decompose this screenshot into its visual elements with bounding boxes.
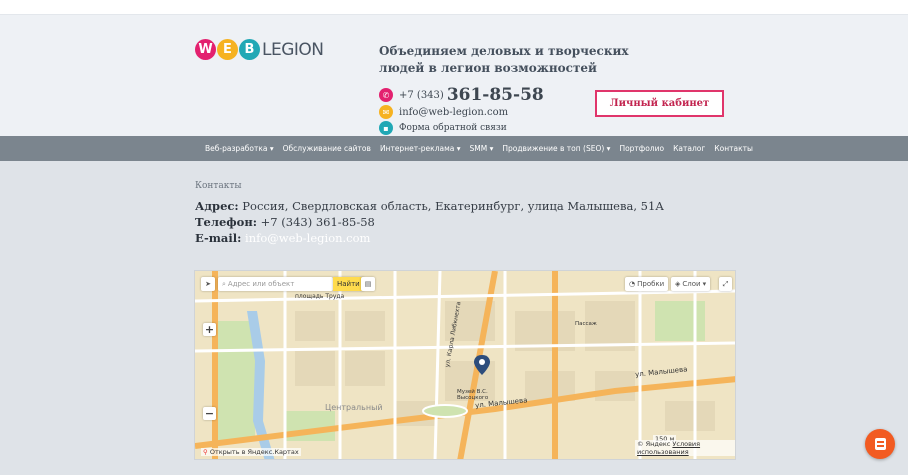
phone-icon: ✆	[379, 88, 393, 102]
nav-item-ads[interactable]: Интернет-реклама ▾	[380, 144, 461, 153]
top-strip	[0, 0, 908, 14]
map-copyright: © Яндекс Условия использования	[635, 440, 735, 456]
logo-letter-e: E	[217, 39, 238, 60]
header-phone[interactable]: ✆ +7 (343) 361-85-58	[379, 85, 544, 105]
phone-label: Телефон:	[195, 215, 258, 229]
feedback-form-text: Форма обратной связи	[399, 123, 507, 133]
yandex-pin-icon: ⚲	[203, 448, 208, 456]
chat-widget-button[interactable]	[865, 429, 895, 459]
open-in-yandex-link[interactable]: ⚲ Открыть в Яндекс.Картах	[201, 448, 301, 456]
feedback-form-link[interactable]: ▪ Форма обратной связи	[379, 121, 507, 135]
traffic-label: Пробки	[637, 280, 665, 288]
map-search-icon: ⌕	[222, 279, 226, 288]
map-layers-button[interactable]: ◈ Слои ▾	[671, 277, 711, 291]
map-label-square: площадь Труда	[295, 293, 345, 300]
site-header: W E B LEGION Объединяем деловых и творче…	[0, 14, 908, 136]
address-value: Россия, Свердловская область, Екатеринбу…	[242, 199, 664, 213]
personal-cabinet-button[interactable]: Личный кабинет	[595, 90, 724, 117]
nav-item-portfolio[interactable]: Портфолио	[619, 144, 664, 153]
copyright-text: © Яндекс	[637, 440, 671, 448]
chat-bubble-icon: ▪	[379, 121, 393, 135]
chat-icon	[874, 438, 886, 450]
contacts-content: Контакты Адрес: Россия, Свердловская обл…	[0, 161, 908, 475]
nav-item-contacts[interactable]: Контакты	[714, 144, 753, 153]
map-locate-icon[interactable]: ➤	[201, 277, 215, 291]
phone-code: +7 (343)	[399, 89, 444, 101]
nav-item-catalog[interactable]: Каталог	[673, 144, 705, 153]
address-line: Адрес: Россия, Свердловская область, Ека…	[195, 199, 664, 213]
email-line: E-mail: info@web-legion.com	[195, 231, 370, 245]
nav-item-web-dev[interactable]: Веб-разработка ▾	[205, 144, 274, 153]
yandex-map[interactable]: площадь Труда Центральный ул. Малышева у…	[194, 270, 736, 460]
email-label: E-mail:	[195, 231, 242, 245]
main-nav: Веб-разработка ▾ Обслуживание сайтов Инт…	[0, 136, 908, 161]
zoom-out-button[interactable]: −	[203, 407, 216, 420]
map-label-trade: Пассаж	[575, 321, 597, 327]
zoom-in-button[interactable]: +	[203, 323, 216, 336]
nav-item-smm[interactable]: SMM ▾	[470, 144, 494, 153]
map-search-placeholder: Адрес или объект	[227, 280, 295, 288]
site-logo[interactable]: W E B LEGION	[195, 39, 324, 60]
map-search-button[interactable]: Найти	[333, 277, 364, 291]
map-label-museum: Музей В.С. Высоцкого	[457, 389, 489, 401]
map-ruler-icon[interactable]: ▤	[361, 277, 375, 291]
map-canvas	[195, 271, 735, 459]
header-tagline: Объединяем деловых и творческих людей в …	[379, 44, 629, 75]
email-value[interactable]: info@web-legion.com	[245, 231, 370, 245]
map-search-input[interactable]: ⌕ Адрес или объект	[218, 277, 333, 291]
header-email[interactable]: ✉ info@web-legion.com	[379, 105, 508, 119]
open-in-yandex-text: Открыть в Яндекс.Картах	[209, 448, 299, 456]
layers-label: Слои	[682, 280, 701, 288]
header-email-text: info@web-legion.com	[399, 106, 509, 118]
logo-letter-b: B	[239, 39, 260, 60]
nav-item-support[interactable]: Обслуживание сайтов	[283, 144, 371, 153]
layers-icon: ◈	[675, 280, 681, 288]
fullscreen-icon[interactable]: ⤢	[719, 277, 732, 291]
chevron-down-icon: ▾	[702, 280, 707, 288]
phone-value[interactable]: +7 (343) 361-85-58	[261, 215, 375, 229]
phone-number: 361-85-58	[446, 85, 544, 105]
traffic-icon: ◔	[629, 280, 636, 288]
map-label-district: Центральный	[325, 403, 383, 412]
address-label: Адрес:	[195, 199, 239, 213]
phone-line: Телефон: +7 (343) 361-85-58	[195, 215, 375, 229]
logo-word: LEGION	[262, 39, 324, 60]
map-traffic-button[interactable]: ◔ Пробки	[625, 277, 669, 291]
mail-icon: ✉	[379, 105, 393, 119]
breadcrumb: Контакты	[195, 181, 242, 191]
logo-letter-w: W	[195, 39, 216, 60]
nav-item-seo[interactable]: Продвижение в топ (SEO) ▾	[502, 144, 610, 153]
